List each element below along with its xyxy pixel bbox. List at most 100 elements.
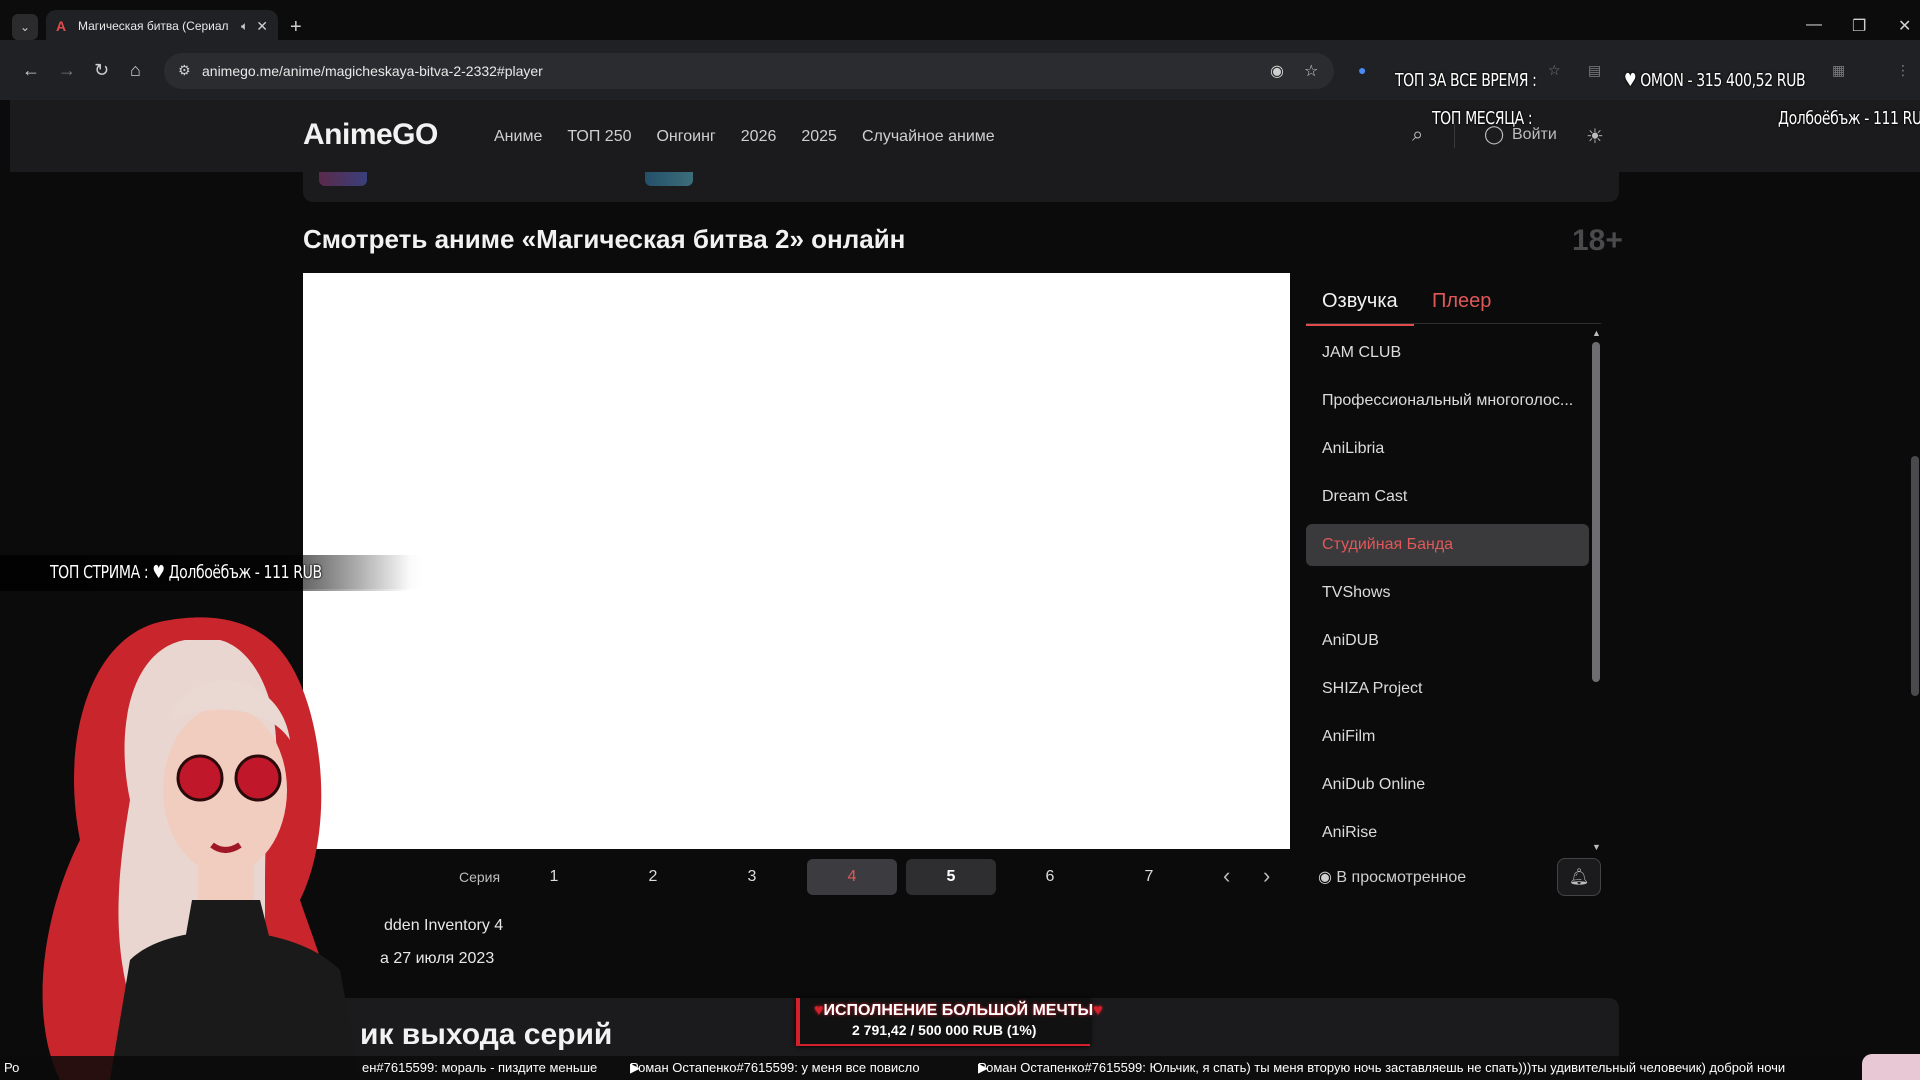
dubbing-scrollbar[interactable]: ▲ ▼ (1591, 328, 1601, 854)
dub-item[interactable]: AniFilm (1306, 716, 1589, 758)
nav-item[interactable]: Онгоинг (656, 128, 715, 146)
tab-dubbing[interactable]: Озвучка (1306, 290, 1414, 326)
related-thumbnail[interactable] (645, 172, 693, 186)
episode-button[interactable]: 2 (608, 859, 698, 895)
overlay-top-month-value: Долбоёбъж - 111 RUB (1778, 108, 1920, 129)
sun-icon[interactable]: ☀︎ (1586, 124, 1604, 149)
star-icon[interactable]: ☆ (1304, 61, 1318, 81)
dub-item[interactable]: TVShows (1306, 572, 1589, 614)
scroll-down-icon[interactable]: ▼ (1592, 842, 1601, 852)
close-icon[interactable]: ✕ (256, 18, 268, 35)
goal-title-row: ♥ИСПОЛНЕНИЕ БОЛЬШОЙ МЕЧТЫ♥ (814, 1002, 1103, 1020)
plus-icon[interactable]: + (290, 16, 302, 39)
restore-icon[interactable]: ❐ (1852, 16, 1866, 36)
overlay-top-all-time-text: OMON - 315 400,52 RUB (1640, 70, 1806, 91)
site-header: AnimeGO Аниме ТОП 250 Онгоинг 2026 2025 … (10, 100, 1920, 172)
favicon-icon: A (56, 18, 67, 34)
chat-ticker: Ро ен#7615599: мораль - пиздите меньше ▶… (0, 1056, 1920, 1080)
chevron-down-icon: ⌄ (19, 20, 31, 34)
ticker-message: ен#7615599: мораль - пиздите меньше (362, 1060, 598, 1075)
chevron-right-icon[interactable]: › (1263, 863, 1270, 889)
forward-icon[interactable]: → (58, 60, 76, 81)
search-icon[interactable]: ⌕ (1412, 124, 1423, 147)
dubbing-list: JAM CLUB Профессиональный многоголос... … (1306, 332, 1589, 852)
eye-off-icon[interactable]: ◉ (1270, 61, 1284, 81)
page-scrollbar[interactable] (1911, 456, 1919, 696)
home-icon[interactable]: ⌂ (130, 60, 141, 81)
episode-button[interactable]: 3 (707, 859, 797, 895)
dub-item[interactable]: AniLibria (1306, 428, 1589, 470)
heart-icon: ♥ (1624, 70, 1641, 91)
dub-item[interactable]: AniDub Online (1306, 764, 1589, 806)
extension-icon[interactable]: ▦ (1832, 62, 1845, 79)
video-player[interactable] (303, 273, 1290, 849)
browser-tab[interactable]: A Магическая битва (Сериал 🔈︎ ✕ (46, 10, 278, 42)
heart-icon: ♥ (152, 562, 165, 583)
goal-progress-text: 2 791,42 / 500 000 RUB (1%) (852, 1022, 1037, 1038)
nav-item[interactable]: Аниме (494, 128, 542, 146)
scroll-up-icon[interactable]: ▲ (1592, 328, 1601, 338)
dub-item[interactable]: AniDUB (1306, 620, 1589, 662)
overlay-top-all-time-value: ♥ OMON - 315 400,52 RUB (1624, 70, 1806, 91)
page-title: Смотреть аниме «Магическая битва 2» онла… (303, 224, 906, 254)
related-strip (303, 172, 1619, 202)
tab-title: Магическая битва (Сериал (78, 19, 229, 33)
dub-item[interactable]: AniRise (1306, 812, 1589, 854)
site-logo[interactable]: AnimeGO (303, 118, 438, 152)
ticker-decoration (1862, 1054, 1920, 1080)
nav-item[interactable]: 2026 (741, 128, 777, 146)
dub-item[interactable]: Dream Cast (1306, 476, 1589, 518)
goal-progress-fill (796, 998, 800, 1046)
ticker-message: Ро (4, 1060, 20, 1075)
streamer-avatar-illustration (42, 617, 360, 1080)
episode-button[interactable]: 7 (1104, 859, 1194, 895)
episode-button[interactable]: 6 (1005, 859, 1095, 895)
nav-item[interactable]: 2025 (801, 128, 837, 146)
episode-selector: Серия 1 2 3 4 5 6 7 ‹ › (303, 857, 1333, 897)
overlay-top-all-time-label: ТОП ЗА ВСЕ ВРЕМЯ : (1395, 70, 1537, 91)
overlay-top-stream: ТОП СТРИМА : ♥ Долбоёбъж - 111 RUB (50, 562, 322, 583)
tab-player[interactable]: Плеер (1432, 290, 1491, 313)
episode-button-hover[interactable]: 5 (906, 859, 996, 895)
age-rating: 18+ (1572, 224, 1623, 257)
nav-item[interactable]: ТОП 250 (567, 128, 631, 146)
site-nav: Аниме ТОП 250 Онгоинг 2026 2025 Случайно… (494, 128, 995, 146)
scrollbar-thumb[interactable] (1592, 342, 1600, 682)
side-tabs: Озвучка Плеер (1306, 282, 1601, 326)
mark-watched-button[interactable]: ◉ В просмотренное (1318, 867, 1466, 887)
episode-button[interactable]: 1 (509, 859, 599, 895)
dub-item[interactable]: JAM CLUB (1306, 332, 1589, 374)
speaker-icon[interactable]: 🔈︎ (241, 19, 248, 34)
back-icon[interactable]: ← (22, 60, 40, 81)
chevron-left-icon[interactable]: ‹ (1223, 863, 1230, 889)
dub-item[interactable]: Профессиональный многоголос... (1306, 380, 1589, 422)
tune-icon[interactable]: ⚙︎ (178, 62, 191, 79)
url-text: animego.me/anime/magicheskaya-bitva-2-23… (202, 63, 543, 79)
address-bar[interactable]: ⚙︎ animego.me/anime/magicheskaya-bitva-2… (164, 53, 1334, 89)
tab-list-button[interactable]: ⌄ (12, 14, 38, 40)
menu-icon[interactable]: ⋮ (1896, 62, 1910, 79)
dub-item[interactable]: SHIZA Project (1306, 668, 1589, 710)
overlay-top-month-label: ТОП МЕСЯЦА : (1432, 108, 1533, 129)
extension-icon[interactable]: ● (1358, 62, 1366, 78)
related-thumbnail[interactable] (319, 172, 367, 186)
close-window-icon[interactable]: ✕ (1898, 16, 1911, 36)
extension-icon[interactable]: ▤ (1588, 62, 1601, 79)
browser-tab-bar: ⌄ A Магическая битва (Сериал 🔈︎ ✕ + — ❐ … (0, 0, 1920, 42)
dub-item-selected[interactable]: Студийная Банда (1306, 524, 1589, 566)
notify-button[interactable]: 🔔︎ (1557, 858, 1601, 896)
episode-label: Серия (459, 869, 501, 885)
extension-icon[interactable]: ☆ (1548, 62, 1561, 79)
ticker-message-text: Роман Остапенко#7615599: Юльчик, я спать… (978, 1060, 1786, 1075)
nav-item[interactable]: Случайное аниме (862, 128, 995, 146)
overlay-top-stream-value: Долбоёбъж - 111 RUB (168, 562, 323, 583)
episode-button-current[interactable]: 4 (807, 859, 897, 895)
reload-icon[interactable]: ↻ (94, 60, 109, 81)
mark-watched-label: В просмотренное (1336, 869, 1467, 886)
heart-icon: ♥ (814, 1002, 824, 1019)
overlay-top-stream-label: ТОП СТРИМА : (50, 562, 149, 583)
eye-icon: ◉ (1318, 869, 1337, 886)
donation-goal-widget: ♥ИСПОЛНЕНИЕ БОЛЬШОЙ МЕЧТЫ♥ 2 791,42 / 50… (796, 998, 1103, 1046)
goal-underline (796, 1044, 1090, 1046)
minimize-icon[interactable]: — (1806, 16, 1822, 34)
